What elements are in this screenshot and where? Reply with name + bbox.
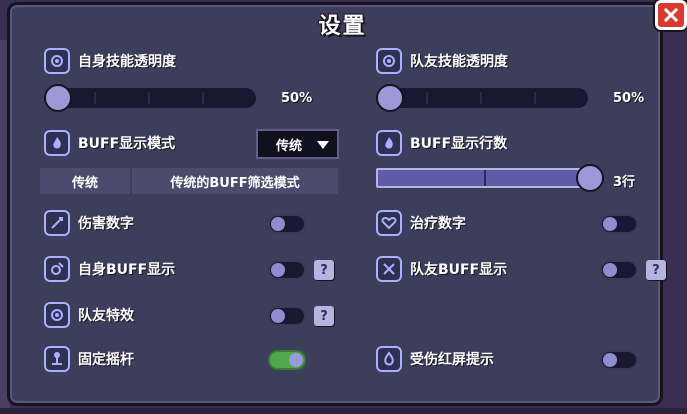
buff-rows-value: 3行: [613, 175, 636, 190]
chevron-down-icon: [317, 141, 329, 149]
team-skill-opacity-label: 队友技能透明度: [376, 48, 508, 74]
sword-icon: [44, 210, 70, 236]
self-buff-label: 自身BUFF显示: [44, 256, 175, 282]
damage-red-screen-toggle[interactable]: [600, 350, 638, 370]
damage-red-screen-label: 受伤红屏提示: [376, 346, 494, 372]
eye-icon: [44, 48, 70, 74]
slider-handle[interactable]: [576, 164, 604, 192]
heal-numbers-label: 治疗数字: [376, 210, 466, 236]
slider-handle[interactable]: [44, 84, 72, 112]
buff-icon: [44, 256, 70, 282]
eye-icon: [44, 302, 70, 328]
team-buff-toggle[interactable]: [600, 260, 638, 280]
self-skill-opacity-slider[interactable]: [44, 84, 256, 112]
buff-mode-desc: 传统的BUFF筛选模式: [170, 175, 300, 191]
buff-icon: [376, 256, 402, 282]
title-bar: 设置: [12, 3, 673, 45]
buff-rows-label: BUFF显示行数: [376, 130, 507, 156]
buff-mode-description: 传统 传统的BUFF筛选模式: [40, 168, 338, 194]
self-skill-opacity-value: 50%: [281, 91, 313, 106]
buff-mode-selected: 传统: [276, 138, 303, 154]
panel-title: 设置: [318, 14, 367, 39]
game-backdrop-bottom: [0, 408, 687, 414]
flame-icon: [44, 130, 70, 156]
self-buff-toggle[interactable]: [268, 260, 306, 280]
close-icon: [663, 7, 679, 23]
team-skill-opacity-value: 50%: [613, 91, 645, 106]
buff-rows-slider[interactable]: [376, 164, 604, 192]
self-skill-opacity-label: 自身技能透明度: [44, 48, 176, 74]
team-buff-label: 队友BUFF显示: [376, 256, 507, 282]
team-buff-help-button[interactable]: ?: [646, 260, 666, 280]
fixed-joystick-label: 固定摇杆: [44, 346, 134, 372]
close-button[interactable]: [655, 0, 687, 30]
team-effects-label: 队友特效: [44, 302, 134, 328]
self-buff-help-button[interactable]: ?: [314, 260, 334, 280]
fixed-joystick-toggle[interactable]: [268, 350, 306, 370]
heart-icon: [376, 210, 402, 236]
buff-mode-name: 传统: [40, 168, 132, 194]
eye-icon: [376, 48, 402, 74]
buff-mode-dropdown[interactable]: 传统: [256, 129, 339, 159]
team-skill-opacity-slider[interactable]: [376, 84, 588, 112]
flame-icon: [376, 130, 402, 156]
joystick-icon: [44, 346, 70, 372]
slider-handle[interactable]: [376, 84, 404, 112]
damage-numbers-label: 伤害数字: [44, 210, 134, 236]
drop-icon: [376, 346, 402, 372]
damage-numbers-toggle[interactable]: [268, 214, 306, 234]
team-effects-toggle[interactable]: [268, 306, 306, 326]
heal-numbers-toggle[interactable]: [600, 214, 638, 234]
buff-display-mode-label: BUFF显示模式: [44, 130, 175, 156]
team-effects-help-button[interactable]: ?: [314, 306, 334, 326]
